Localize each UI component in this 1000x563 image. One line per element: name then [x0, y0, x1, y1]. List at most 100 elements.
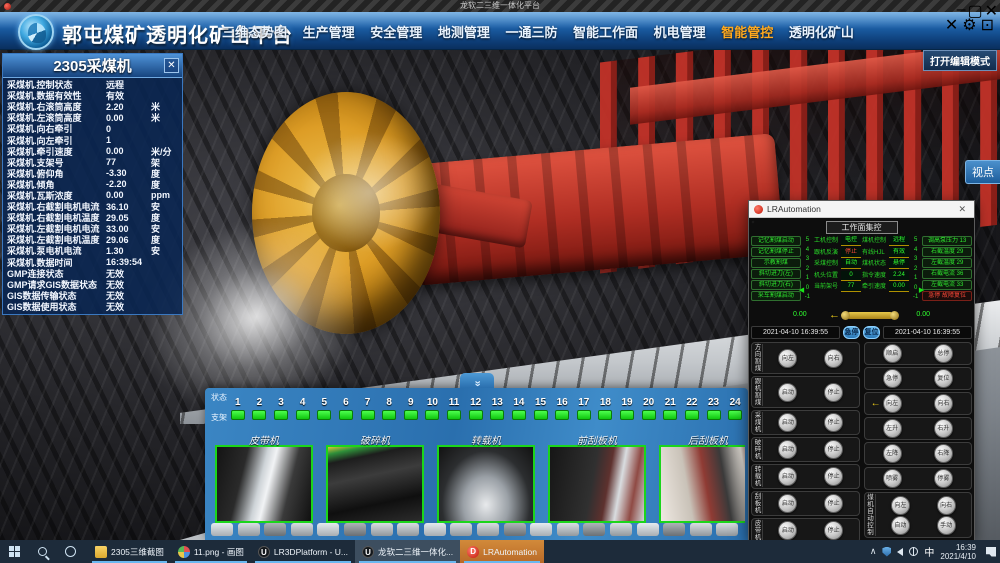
camera-feed[interactable]: [437, 445, 535, 523]
thumbnail-tile[interactable]: [637, 523, 659, 536]
thumbnail-tile[interactable]: [238, 523, 260, 536]
support-status-led[interactable]: [642, 410, 656, 420]
cut-mode-button[interactable]: 记忆割煤启动: [751, 236, 801, 246]
support-status-led[interactable]: [512, 410, 526, 420]
support-status-led[interactable]: [274, 410, 288, 420]
round-button[interactable]: 向右: [937, 496, 956, 515]
round-button[interactable]: 向左: [778, 349, 797, 368]
round-button[interactable]: 向左←: [883, 394, 902, 413]
camera-panel[interactable]: 后刮板机: [659, 432, 745, 524]
estop-button[interactable]: 急停: [843, 326, 860, 339]
round-button[interactable]: 右升: [934, 419, 953, 438]
round-button[interactable]: 急停: [883, 369, 902, 388]
minimize-button[interactable]: –: [957, 1, 966, 21]
camera-panel[interactable]: 破碎机: [326, 432, 424, 524]
nav-item-transparent-mine[interactable]: 透明化矿山: [785, 20, 858, 43]
nav-item-safety[interactable]: 安全管理: [366, 20, 426, 43]
round-button[interactable]: 向左: [891, 496, 910, 515]
support-status-led[interactable]: [339, 410, 353, 420]
nav-item-smart-control[interactable]: 智能管控: [717, 20, 777, 43]
nav-item-3d-situation[interactable]: 三维态势图: [218, 20, 291, 43]
round-button[interactable]: 向右: [824, 349, 843, 368]
round-button[interactable]: 总停: [934, 344, 953, 363]
camera-feed[interactable]: [659, 445, 745, 523]
viewpoint-tab[interactable]: 视点: [965, 160, 1000, 184]
round-button[interactable]: 启动: [778, 383, 797, 402]
support-status-led[interactable]: [598, 410, 612, 420]
support-status-led[interactable]: [490, 410, 504, 420]
taskbar-app-lrautomation[interactable]: DLRAutomation: [460, 540, 544, 563]
support-status-led[interactable]: [382, 410, 396, 420]
round-button[interactable]: 停止: [824, 440, 843, 459]
cut-mode-button[interactable]: 记忆割煤停止: [751, 247, 801, 257]
ime-indicator[interactable]: 中: [924, 544, 934, 559]
thumbnail-tile[interactable]: [716, 523, 738, 536]
round-button[interactable]: 复位: [934, 369, 953, 388]
taskbar-app-paint-11png[interactable]: 11.png - 画图: [171, 540, 251, 563]
support-status-led[interactable]: [707, 410, 721, 420]
tray-expand-icon[interactable]: ∧: [870, 546, 877, 557]
cut-mode-button[interactable]: 采车割煤启动: [751, 291, 801, 301]
camera-feed[interactable]: [548, 445, 646, 523]
volume-icon[interactable]: [897, 548, 903, 556]
thumbnail-tile[interactable]: [663, 523, 685, 536]
round-button[interactable]: 手动: [937, 516, 956, 535]
fault-stop-button[interactable]: 急停 故障复位: [922, 291, 972, 301]
support-status-led[interactable]: [231, 410, 245, 420]
support-status-led[interactable]: [425, 410, 439, 420]
thumbnail-tile[interactable]: [317, 523, 339, 536]
support-status-led[interactable]: [728, 410, 742, 420]
round-button[interactable]: 启动: [778, 494, 797, 513]
support-status-led[interactable]: [555, 410, 569, 420]
taskbar-app-lr3dplatform[interactable]: ULR3DPlatform - U...: [251, 540, 355, 563]
cut-mode-button[interactable]: 斜切进刀(左): [751, 269, 801, 279]
support-status-led[interactable]: [469, 410, 483, 420]
round-button[interactable]: 左降: [883, 444, 902, 463]
thumbnail-tile[interactable]: [557, 523, 579, 536]
close-icon[interactable]: ✕: [955, 204, 969, 215]
motor-status-button[interactable]: 调高泵压力 13: [922, 236, 972, 246]
nav-item-smart-face[interactable]: 智能工作面: [569, 20, 642, 43]
notification-center-icon[interactable]: [986, 547, 996, 557]
cortana-button[interactable]: [56, 540, 84, 563]
taskbar-app-longruan-platform[interactable]: U龙软二三维一体化...: [355, 540, 460, 563]
camera-feed[interactable]: [326, 445, 424, 523]
thumbnail-tile[interactable]: [690, 523, 712, 536]
support-status-led[interactable]: [361, 410, 375, 420]
round-button[interactable]: 向右: [934, 394, 953, 413]
round-button[interactable]: 启动: [778, 413, 797, 432]
start-button[interactable]: [0, 540, 28, 563]
thumbnail-tile[interactable]: [530, 523, 552, 536]
taskbar-app-screenshot-folder[interactable]: 2305三维截图: [88, 540, 171, 563]
thumbnail-tile[interactable]: [291, 523, 313, 536]
lrautomation-titlebar[interactable]: LRAutomation ✕: [749, 201, 974, 218]
nav-item-production[interactable]: 生产管理: [299, 20, 359, 43]
round-button[interactable]: 停止: [824, 467, 843, 486]
nav-item-ventilation[interactable]: 一通三防: [501, 20, 561, 43]
thumbnail-tile[interactable]: [583, 523, 605, 536]
round-button[interactable]: 停雾: [934, 469, 953, 488]
close-button[interactable]: ✕: [985, 1, 998, 21]
round-button[interactable]: 停止: [824, 383, 843, 402]
cut-mode-button[interactable]: 示教割煤: [751, 258, 801, 268]
thumbnail-tile[interactable]: [450, 523, 472, 536]
round-button[interactable]: 左升: [883, 419, 902, 438]
search-button[interactable]: [28, 540, 56, 563]
nav-item-mechatronics[interactable]: 机电管理: [650, 20, 710, 43]
support-status-led[interactable]: [404, 410, 418, 420]
round-button[interactable]: 顺启: [883, 344, 902, 363]
thumbnail-tile[interactable]: [264, 523, 286, 536]
round-button[interactable]: 停止: [824, 494, 843, 513]
collapse-panel-button[interactable]: »: [460, 373, 494, 388]
round-button[interactable]: 自动: [891, 516, 910, 535]
round-button[interactable]: 右降: [934, 444, 953, 463]
thumbnail-tile[interactable]: [477, 523, 499, 536]
thumbnail-tile[interactable]: [211, 523, 233, 536]
support-status-led[interactable]: [534, 410, 548, 420]
round-button[interactable]: 停止: [824, 413, 843, 432]
defender-shield-icon[interactable]: [882, 547, 891, 557]
thumbnail-tile[interactable]: [397, 523, 419, 536]
thumbnail-tile[interactable]: [610, 523, 632, 536]
taskbar-clock[interactable]: 16:39 2021/4/10: [940, 543, 976, 561]
round-button[interactable]: 启动: [778, 467, 797, 486]
